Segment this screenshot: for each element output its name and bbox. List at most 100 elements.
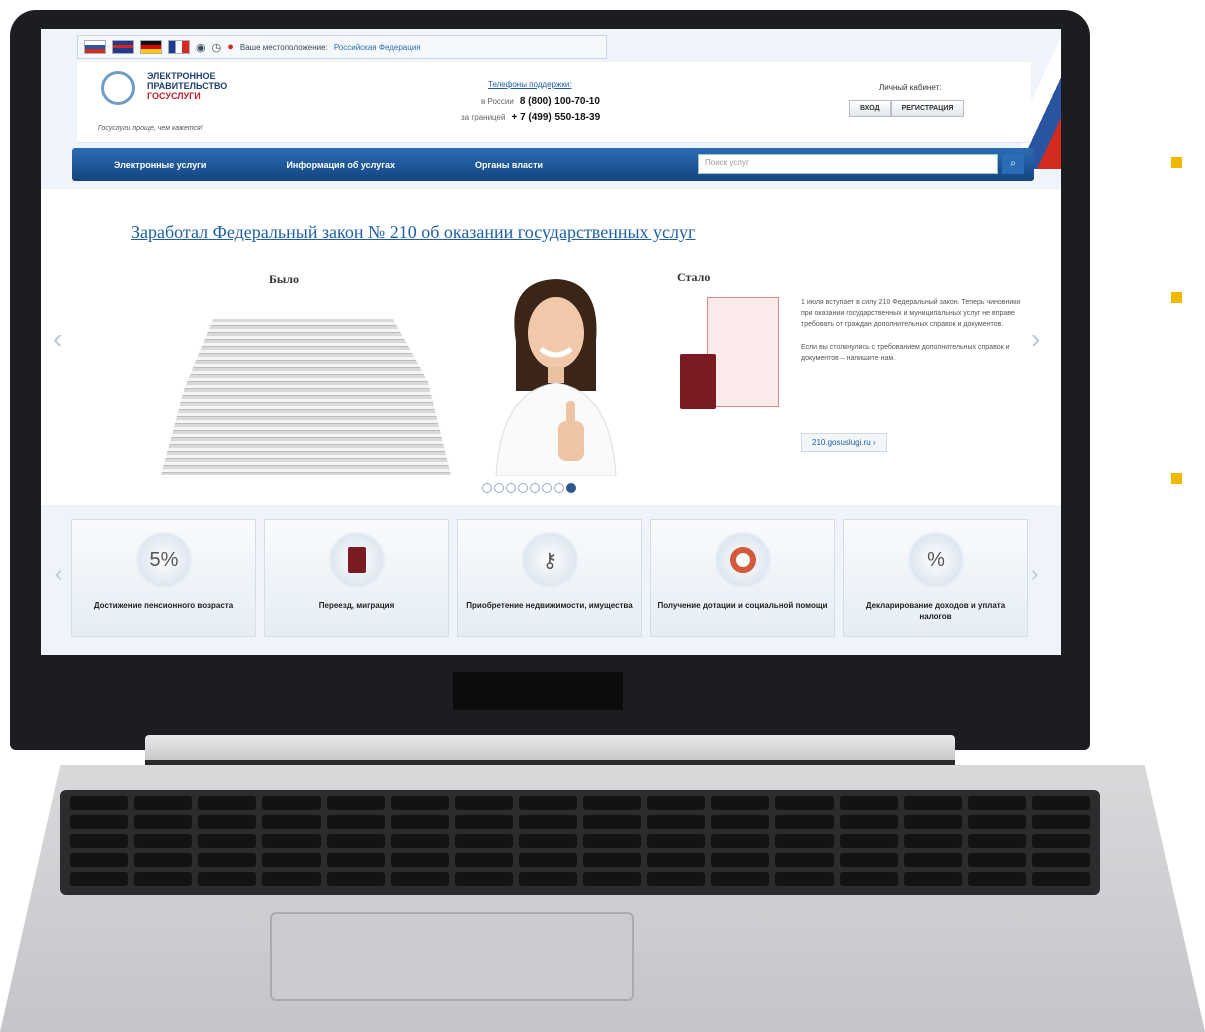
nav-item-authorities[interactable]: Органы власти	[475, 160, 543, 170]
passport-icon	[329, 532, 385, 588]
keyboard-key	[775, 815, 834, 829]
nav-item-e-services[interactable]: Электронные услуги	[114, 160, 206, 170]
search-input[interactable]: Поиск услуг	[698, 154, 998, 174]
keyboard-key	[390, 796, 449, 810]
banner-headline[interactable]: Заработал Федеральный закон № 210 об ока…	[131, 222, 695, 243]
keyboard-key	[262, 815, 321, 829]
card-label: Приобретение недвижимости, имущества	[466, 601, 633, 610]
location-value[interactable]: Российская Федерация	[334, 43, 421, 52]
carousel-dot[interactable]	[554, 483, 564, 493]
keyboard-key	[198, 834, 257, 848]
keyboard-key	[711, 834, 770, 848]
keyboard-key	[390, 815, 449, 829]
nav-item-service-info[interactable]: Информация об услугах	[286, 160, 395, 170]
keyboard-key	[70, 853, 129, 867]
keyboard-key	[390, 834, 449, 848]
cabinet-title: Личный кабинет:	[879, 83, 942, 92]
keyboard-key	[583, 815, 642, 829]
flag-ru-icon[interactable]	[84, 40, 106, 54]
keyboard-key	[775, 834, 834, 848]
keyboard-key	[1031, 834, 1090, 848]
card-label: Переезд, миграция	[318, 601, 395, 610]
register-button[interactable]: РЕГИСТРАЦИЯ	[890, 100, 965, 117]
keyboard-key	[647, 872, 706, 886]
phone-abroad: за границей + 7 (499) 550-18-39	[461, 112, 600, 123]
keyboard-key	[775, 796, 834, 810]
carousel-dot[interactable]	[506, 483, 516, 493]
chevron-right-icon: ›	[872, 438, 876, 447]
woman-thumbs-up-image	[495, 279, 617, 476]
logo-line-2: ПРАВИТЕЛЬСТВО	[147, 81, 228, 91]
banner-desc-paragraph-1: 1 июля вступает в силу 210 Федеральный з…	[801, 299, 1021, 328]
banner-link-button[interactable]: 210.gosuslugi.ru ›	[801, 433, 887, 452]
flag-gb-icon[interactable]	[112, 40, 134, 54]
carousel-dot[interactable]	[566, 483, 576, 493]
support-phones-title[interactable]: Телефоны поддержки:	[488, 80, 572, 89]
carousel-dot[interactable]	[482, 483, 492, 493]
eye-icon[interactable]: ◉	[196, 41, 206, 54]
keyboard-key	[70, 796, 129, 810]
carousel-dot[interactable]	[518, 483, 528, 493]
list-bullet	[1171, 157, 1182, 168]
card-property[interactable]: ⚷ Приобретение недвижимости, имущества	[457, 519, 642, 637]
keyboard-key	[967, 853, 1026, 867]
keyboard-key	[518, 796, 577, 810]
list-bullet	[1171, 292, 1182, 303]
carousel-dot[interactable]	[530, 483, 540, 493]
gosuslugi-logo-icon[interactable]	[101, 71, 135, 105]
cards-next-icon[interactable]: ›	[1031, 561, 1038, 587]
keyboard-key	[839, 796, 898, 810]
card-pension[interactable]: 5% Достижение пенсионного возраста	[71, 519, 256, 637]
keyboard-key	[134, 796, 193, 810]
keyboard-key	[454, 872, 513, 886]
list-bullet	[1171, 473, 1182, 484]
keyboard-key	[839, 872, 898, 886]
keyboard-key	[839, 834, 898, 848]
life-situation-cards: 5% Достижение пенсионного возраста Перее…	[71, 519, 1028, 637]
keyboard-key	[903, 834, 962, 848]
laptop-touchpad	[270, 912, 634, 1001]
carousel-dot[interactable]	[542, 483, 552, 493]
keyboard-key	[775, 872, 834, 886]
flag-de-icon[interactable]	[140, 40, 162, 54]
clock-icon[interactable]: ◷	[212, 41, 222, 54]
banner-was-label: Было	[269, 272, 300, 286]
carousel-next-icon[interactable]: ›	[1031, 323, 1040, 355]
keyboard-key	[583, 872, 642, 886]
carousel-pagination	[482, 483, 576, 493]
percent-icon: %	[908, 532, 964, 588]
flag-fr-icon[interactable]	[168, 40, 190, 54]
banner-now-label: Стало	[677, 270, 711, 284]
login-button[interactable]: ВХОД	[849, 100, 891, 117]
location-pin-icon: ●	[227, 41, 234, 53]
phone-abroad-number: + 7 (499) 550-18-39	[511, 112, 601, 123]
passport-image	[680, 354, 716, 409]
card-migration[interactable]: Переезд, миграция	[264, 519, 449, 637]
keyboard-key	[775, 853, 834, 867]
keyboard-key	[518, 834, 577, 848]
keyboard-key	[711, 853, 770, 867]
keyboard-key	[198, 853, 257, 867]
card-label: Достижение пенсионного возраста	[93, 601, 234, 610]
site-logo-text[interactable]: ЭЛЕКТРОННОЕ ПРАВИТЕЛЬСТВО ГОСУСЛУГИ	[147, 71, 227, 101]
keyboard-key	[454, 815, 513, 829]
carousel-dot[interactable]	[494, 483, 504, 493]
keyboard-key	[518, 872, 577, 886]
keyboard-key	[70, 872, 129, 886]
search-icon[interactable]: ⌕	[1002, 154, 1024, 174]
keyboard-key	[326, 853, 385, 867]
laptop-keyboard	[60, 790, 1100, 895]
keyboard-key	[839, 815, 898, 829]
keyboard-key	[134, 815, 193, 829]
keyboard-key	[518, 853, 577, 867]
card-social-aid[interactable]: Получение дотации и социальной помощи	[650, 519, 835, 637]
keyboard-key	[198, 796, 257, 810]
keyboard-key	[1031, 796, 1090, 810]
keyboard-key	[583, 834, 642, 848]
banner-description: 1 июля вступает в силу 210 Федеральный з…	[801, 297, 1021, 376]
keyboard-key	[262, 834, 321, 848]
keys-icon: ⚷	[522, 532, 578, 588]
card-taxes[interactable]: % Декларирование доходов и уплата налого…	[843, 519, 1028, 637]
carousel-prev-icon[interactable]: ‹	[53, 323, 62, 355]
cards-prev-icon[interactable]: ‹	[55, 561, 62, 587]
